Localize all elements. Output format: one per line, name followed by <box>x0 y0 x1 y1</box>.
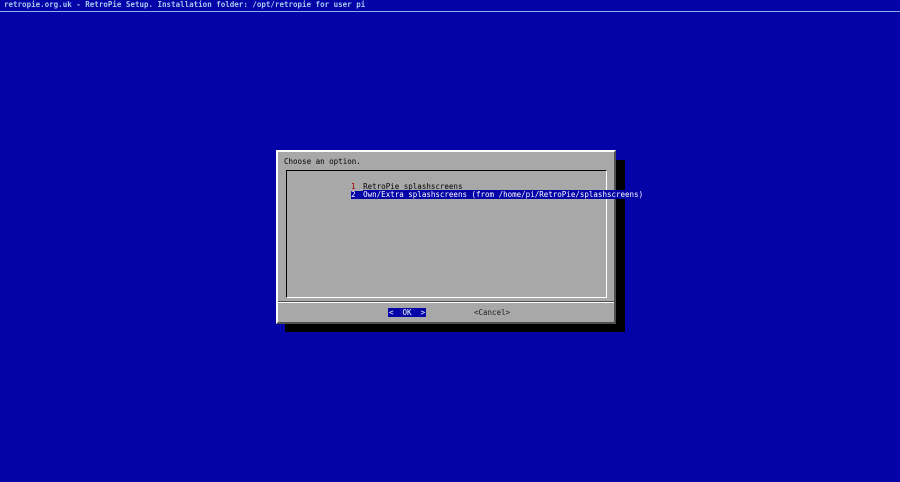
backtitle-divider <box>0 11 900 12</box>
dialog-prompt: Choose an option. <box>284 157 361 166</box>
menu-list: 1 RetroPie splashscreens 2 Own/Extra splas… <box>286 170 644 298</box>
button-row-divider <box>278 302 614 303</box>
ok-button[interactable]: < OK > <box>388 308 427 317</box>
menu-item-retropie-splashscreens[interactable]: 1 RetroPie splashscreens <box>315 175 462 191</box>
backtitle: retropie.org.uk - RetroPie Setup. Instal… <box>4 0 366 9</box>
terminal-screen: retropie.org.uk - RetroPie Setup. Instal… <box>0 0 900 482</box>
menu-item-own-extra-splashscreens[interactable]: 2 Own/Extra splashscreens (from /home/pi/… <box>315 183 644 199</box>
menu-dialog: Choose an option. 1 RetroPie splashscreen… <box>276 150 644 324</box>
menu-item-label: Own/Extra splashscreens (from /home/pi/R… <box>363 190 644 199</box>
menu-item-tag: 2 <box>351 191 364 199</box>
cancel-button[interactable]: <Cancel> <box>474 308 510 317</box>
